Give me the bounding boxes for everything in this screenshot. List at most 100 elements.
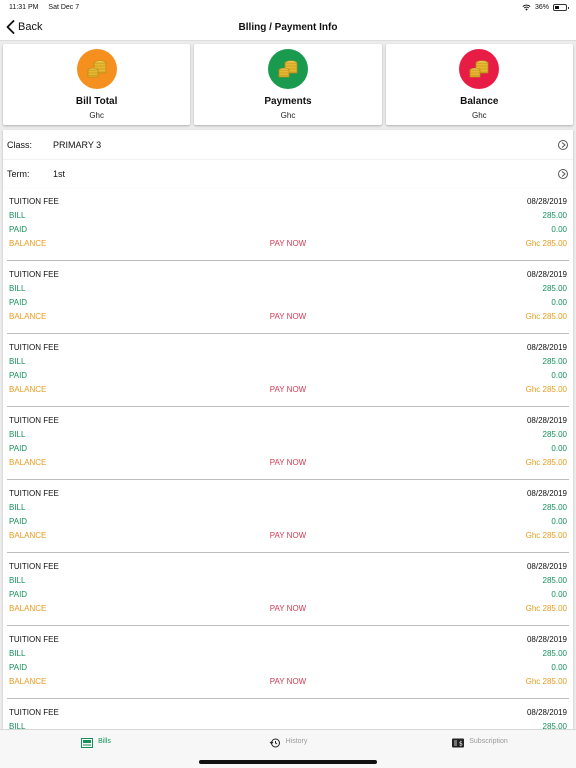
fee-date: 08/28/2019 (526, 342, 567, 352)
balance-label: BALANCE (9, 603, 47, 613)
paid-amount: 0.00 (551, 297, 567, 307)
payments-value: Ghc (280, 111, 296, 120)
pay-now-button[interactable]: PAY NOW (270, 385, 306, 394)
bill-header-line: TUITION FEE 08/28/2019 (9, 340, 567, 354)
bills-list[interactable]: TUITION FEE 08/28/2019 BILL 285.00 PAID 0.00 B… (3, 188, 573, 729)
pay-now-button[interactable]: PAY NOW (270, 604, 306, 613)
bill-label: BILL (9, 429, 26, 439)
balance-amount: Ghc 285.00 (525, 603, 567, 613)
summary-cards: Bill Total Ghc Payments Ghc Balance Ghc (0, 41, 576, 128)
bills-icon (81, 738, 94, 748)
paid-amount: 0.00 (551, 516, 567, 526)
balance-line: BALANCE PAY NOW Ghc 285.00 (9, 382, 567, 396)
paid-amount-line: PAID 0.00 (9, 441, 567, 455)
coins-icon (469, 60, 489, 78)
pay-now-button[interactable]: PAY NOW (270, 458, 306, 467)
balance-card: Balance Ghc (385, 44, 573, 125)
subscription-icon: $ (452, 738, 465, 748)
back-label: Back (18, 21, 43, 33)
balance-line: BALANCE PAY NOW Ghc 285.00 (9, 309, 567, 323)
balance-label: BALANCE (9, 676, 47, 686)
fee-date: 08/28/2019 (526, 634, 567, 644)
paid-label: PAID (9, 589, 28, 599)
bill-item: TUITION FEE 08/28/2019 BILL 285.00 PAID 0.00 B… (3, 626, 573, 699)
class-label: Class: (7, 139, 33, 150)
bill-amount-line: BILL 285.00 (9, 354, 567, 368)
fee-date: 08/28/2019 (526, 488, 567, 498)
bill-amount-line: BILL 285.00 (9, 281, 567, 295)
payments-card: Payments Ghc (194, 44, 382, 125)
paid-amount-line: PAID 0.00 (9, 660, 567, 674)
bill-amount: 285.00 (542, 648, 567, 658)
pay-now-button[interactable]: PAY NOW (270, 312, 306, 321)
bill-label: BILL (9, 648, 26, 658)
status-right: 36% (522, 3, 569, 11)
pay-now-button[interactable]: PAY NOW (270, 239, 306, 248)
bill-item: TUITION FEE 08/28/2019 BILL 285.00 PAID 0.00 B… (3, 188, 573, 261)
bill-total-label: Bill Total (75, 96, 118, 107)
fee-name: TUITION FEE (9, 196, 59, 206)
class-selector[interactable]: Class: PRIMARY 3 (3, 130, 573, 159)
status-left: 11:31 PM Sat Dec 7 (9, 4, 87, 11)
paid-label: PAID (9, 662, 28, 672)
paid-label: PAID (9, 297, 28, 307)
battery-icon (553, 3, 569, 11)
pay-now-button[interactable]: PAY NOW (270, 677, 306, 686)
paid-amount: 0.00 (551, 224, 567, 234)
chevron-right-circle-icon[interactable] (558, 169, 568, 179)
bill-item: TUITION FEE 08/28/2019 BILL 285.00 PAID 0.00 B… (3, 261, 573, 334)
coins-icon (87, 60, 107, 78)
term-selector[interactable]: Term: 1st (3, 159, 573, 188)
bill-header-line: TUITION FEE 08/28/2019 (9, 559, 567, 573)
balance-amount: Ghc 285.00 (525, 530, 567, 540)
balance-line: BALANCE PAY NOW Ghc 285.00 (9, 601, 567, 615)
pay-now-button[interactable]: PAY NOW (270, 531, 306, 540)
balance-amount: Ghc 285.00 (525, 384, 567, 394)
bill-amount-line: BILL 285.00 (9, 719, 567, 730)
balance-amount: Ghc 285.00 (525, 238, 567, 248)
fee-name: TUITION FEE (9, 342, 59, 352)
home-indicator (199, 760, 377, 764)
bill-label: BILL (9, 575, 26, 585)
bill-amount: 285.00 (542, 210, 567, 220)
paid-amount-line: PAID 0.00 (9, 587, 567, 601)
bill-amount: 285.00 (542, 502, 567, 512)
tab-bar: Bills History $ Subscription (0, 729, 576, 768)
tab-subscription[interactable]: $ Subscription (384, 730, 576, 768)
fee-name: TUITION FEE (9, 488, 59, 498)
balance-line: BALANCE PAY NOW Ghc 285.00 (9, 674, 567, 688)
chevron-left-icon (6, 20, 15, 34)
balance-label: Balance (460, 96, 499, 107)
bill-label: BILL (9, 356, 26, 366)
fee-date: 08/28/2019 (526, 196, 567, 206)
bill-amount-line: BILL 285.00 (9, 573, 567, 587)
fee-date: 08/28/2019 (526, 561, 567, 571)
tab-bills-label: Bills (98, 738, 111, 745)
tab-bills[interactable]: Bills (0, 730, 192, 768)
bill-amount-line: BILL 285.00 (9, 208, 567, 222)
bill-label: BILL (9, 502, 26, 512)
paid-amount: 0.00 (551, 589, 567, 599)
bill-header-line: TUITION FEE 08/28/2019 (9, 486, 567, 500)
fee-date: 08/28/2019 (526, 707, 567, 717)
bill-amount-line: BILL 285.00 (9, 500, 567, 514)
bill-item: TUITION FEE 08/28/2019 BILL 285.00 PAID 0.00 B… (3, 407, 573, 480)
fee-name: TUITION FEE (9, 634, 59, 644)
bill-amount: 285.00 (542, 429, 567, 439)
balance-label: BALANCE (9, 530, 47, 540)
back-button[interactable]: Back (0, 20, 42, 34)
paid-amount-line: PAID 0.00 (9, 222, 567, 236)
bill-header-line: TUITION FEE 08/28/2019 (9, 413, 567, 427)
balance-line: BALANCE PAY NOW Ghc 285.00 (9, 455, 567, 469)
chevron-right-circle-icon[interactable] (558, 139, 568, 150)
status-time: 11:31 PM (9, 3, 39, 11)
bill-amount-line: BILL 285.00 (9, 646, 567, 660)
balance-line: BALANCE PAY NOW Ghc 285.00 (9, 236, 567, 250)
balance-value: Ghc (471, 111, 487, 120)
balance-label: BALANCE (9, 384, 47, 394)
bill-amount: 285.00 (542, 575, 567, 585)
payments-label: Payments (264, 96, 312, 107)
tab-subscription-label: Subscription (469, 738, 508, 745)
balance-label: BALANCE (9, 457, 47, 467)
paid-label: PAID (9, 516, 28, 526)
